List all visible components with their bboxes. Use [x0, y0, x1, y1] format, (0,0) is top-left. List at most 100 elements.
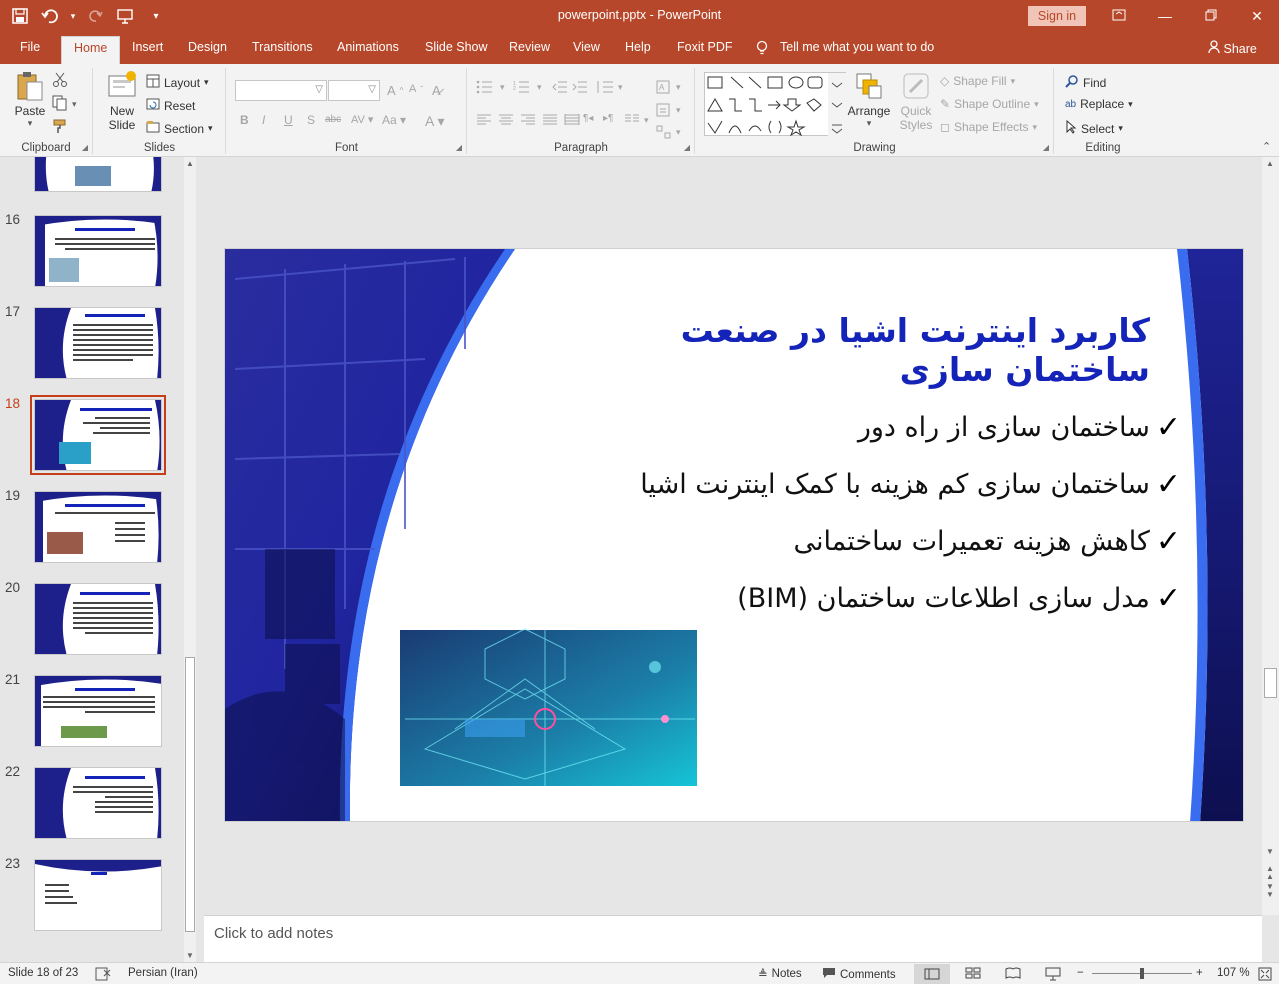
tab-animations[interactable]: Animations: [337, 40, 399, 54]
ltr-icon[interactable]: ▸¶: [603, 113, 613, 124]
editor-scroll-up-icon[interactable]: ▲: [1266, 159, 1274, 168]
increase-indent-icon[interactable]: [572, 80, 588, 94]
thumbnail-scrollbar[interactable]: ▲ ▼: [184, 157, 196, 962]
slide-thumbnail-15[interactable]: [34, 157, 162, 192]
align-left-icon[interactable]: [476, 113, 492, 127]
shape-outline-button[interactable]: ✎ Shape Outline ▾: [940, 97, 1039, 111]
previous-slide-icon[interactable]: ▲ ▲: [1266, 865, 1274, 881]
tab-insert[interactable]: Insert: [132, 40, 163, 54]
numbering-icon[interactable]: 1 2 ▾: [513, 80, 542, 94]
align-text-icon[interactable]: ▾: [656, 103, 681, 117]
slideshow-view-icon[interactable]: [1045, 967, 1061, 981]
drawing-launcher-icon[interactable]: ◢: [1043, 143, 1049, 152]
strikethrough-icon[interactable]: abc: [325, 114, 341, 125]
text-direction-icon[interactable]: A ▾: [656, 80, 681, 94]
layout-button[interactable]: Layout ▾: [146, 74, 209, 91]
tab-review[interactable]: Review: [509, 40, 550, 54]
tab-transitions[interactable]: Transitions: [252, 40, 313, 54]
tab-view[interactable]: View: [573, 40, 600, 54]
slide-thumbnail-21[interactable]: [34, 675, 162, 747]
zoom-in-button[interactable]: +: [1196, 967, 1203, 979]
font-launcher-icon[interactable]: ◢: [456, 143, 462, 152]
collapse-ribbon-icon[interactable]: ⌃: [1262, 140, 1271, 153]
italic-icon[interactable]: I: [262, 113, 265, 127]
new-slide-button[interactable]: New Slide: [100, 70, 144, 132]
font-family-combo[interactable]: ▽: [235, 80, 327, 101]
editor-scrollbar[interactable]: ▲ ▼ ▲ ▲ ▼ ▼: [1262, 157, 1279, 915]
thumbnail-scrollbar-thumb[interactable]: [185, 657, 195, 932]
slide-canvas[interactable]: کاربرد اینترنت اشیا در صنعت ساختمان سازی…: [224, 248, 1244, 822]
editor-scroll-down-icon[interactable]: ▼: [1266, 847, 1274, 856]
shape-effects-button[interactable]: ◻ Shape Effects ▾: [940, 120, 1037, 134]
align-center-icon[interactable]: [498, 113, 514, 127]
scroll-up-arrow-icon[interactable]: ▲: [186, 159, 194, 168]
tell-me-search[interactable]: Tell me what you want to do: [756, 40, 934, 59]
line-spacing-icon[interactable]: ▾: [596, 80, 623, 94]
decrease-indent-icon[interactable]: [552, 80, 568, 94]
arrange-button[interactable]: Arrange ▾: [846, 70, 892, 129]
cut-button[interactable]: [52, 72, 68, 91]
font-color-icon[interactable]: A ▾: [425, 113, 444, 130]
clear-formatting-icon[interactable]: A̷: [432, 83, 441, 98]
shapes-gallery[interactable]: [704, 72, 847, 137]
ribbon-display-options-icon[interactable]: [1104, 4, 1134, 28]
scroll-down-arrow-icon[interactable]: ▼: [186, 951, 194, 960]
zoom-level[interactable]: 107 %: [1217, 967, 1250, 979]
slide-thumbnail-19[interactable]: [34, 491, 162, 563]
bold-icon[interactable]: B: [240, 113, 249, 127]
language-indicator[interactable]: Persian (Iran): [128, 967, 198, 979]
zoom-slider[interactable]: [1092, 968, 1192, 979]
slide-thumbnail-17[interactable]: [34, 307, 162, 379]
justify-icon[interactable]: [542, 113, 558, 127]
fit-to-window-icon[interactable]: [1258, 967, 1272, 981]
character-spacing-icon[interactable]: AV ▾: [351, 113, 373, 126]
tab-foxit-pdf[interactable]: Foxit PDF: [677, 40, 733, 54]
share-button[interactable]: Share: [1208, 40, 1257, 56]
slide-thumbnail-23[interactable]: [34, 859, 162, 931]
sign-in-button[interactable]: Sign in: [1028, 6, 1086, 26]
tab-design[interactable]: Design: [188, 40, 227, 54]
editor-scrollbar-thumb[interactable]: [1264, 668, 1277, 698]
bullet-list[interactable]: ✓ ساختمان سازی از راه دور ✓ ساختمان سازی…: [640, 399, 1181, 627]
underline-icon[interactable]: U: [284, 113, 293, 127]
next-slide-icon[interactable]: ▼ ▼: [1266, 883, 1274, 899]
slide-sorter-icon[interactable]: [965, 967, 981, 979]
notes-toggle-button[interactable]: ≜ Notes: [758, 967, 802, 981]
increase-font-size-icon[interactable]: A ^: [387, 83, 403, 98]
slide-thumbnail-16[interactable]: [34, 215, 162, 287]
slide-thumbnail-18[interactable]: [30, 395, 166, 475]
clipboard-launcher-icon[interactable]: ◢: [82, 143, 88, 152]
slide-thumbnail-20[interactable]: [34, 583, 162, 655]
paste-button[interactable]: Paste ▾: [8, 70, 52, 129]
font-size-combo[interactable]: ▽: [328, 80, 380, 101]
slide-thumbnail-22[interactable]: [34, 767, 162, 839]
zoom-out-button[interactable]: −: [1077, 967, 1084, 979]
tab-slide-show[interactable]: Slide Show: [425, 40, 488, 54]
slide-title[interactable]: کاربرد اینترنت اشیا در صنعت ساختمان سازی: [525, 311, 1150, 389]
close-icon[interactable]: ✕: [1242, 4, 1272, 28]
distributed-icon[interactable]: [564, 113, 580, 127]
quick-styles-button[interactable]: Quick Styles: [894, 70, 938, 132]
reading-view-icon[interactable]: [1005, 967, 1021, 979]
find-button[interactable]: Find: [1065, 74, 1106, 91]
select-button[interactable]: Select ▾: [1065, 119, 1123, 137]
align-right-icon[interactable]: [520, 113, 536, 127]
format-painter-button[interactable]: [52, 118, 68, 137]
decrease-font-size-icon[interactable]: Aˇ: [409, 83, 423, 95]
tab-home[interactable]: Home: [61, 36, 121, 64]
columns-icon[interactable]: ▾: [624, 113, 649, 127]
minimize-icon[interactable]: —: [1150, 4, 1180, 28]
rtl-icon[interactable]: ¶◂: [583, 113, 593, 124]
shape-fill-button[interactable]: ◇ Shape Fill ▾: [940, 74, 1015, 88]
change-case-icon[interactable]: Aa ▾: [382, 113, 406, 127]
paragraph-launcher-icon[interactable]: ◢: [684, 143, 690, 152]
normal-view-icon[interactable]: [914, 964, 950, 984]
replace-button[interactable]: ab Replace ▾: [1065, 97, 1133, 111]
comments-toggle-button[interactable]: Comments: [822, 967, 896, 982]
spelling-check-icon[interactable]: [95, 967, 111, 981]
bullets-icon[interactable]: ▾: [476, 80, 505, 94]
shadow-icon[interactable]: S: [307, 113, 315, 127]
reset-button[interactable]: Reset: [146, 97, 195, 114]
tab-file[interactable]: File: [20, 40, 40, 54]
copy-button[interactable]: ▾: [52, 95, 77, 114]
